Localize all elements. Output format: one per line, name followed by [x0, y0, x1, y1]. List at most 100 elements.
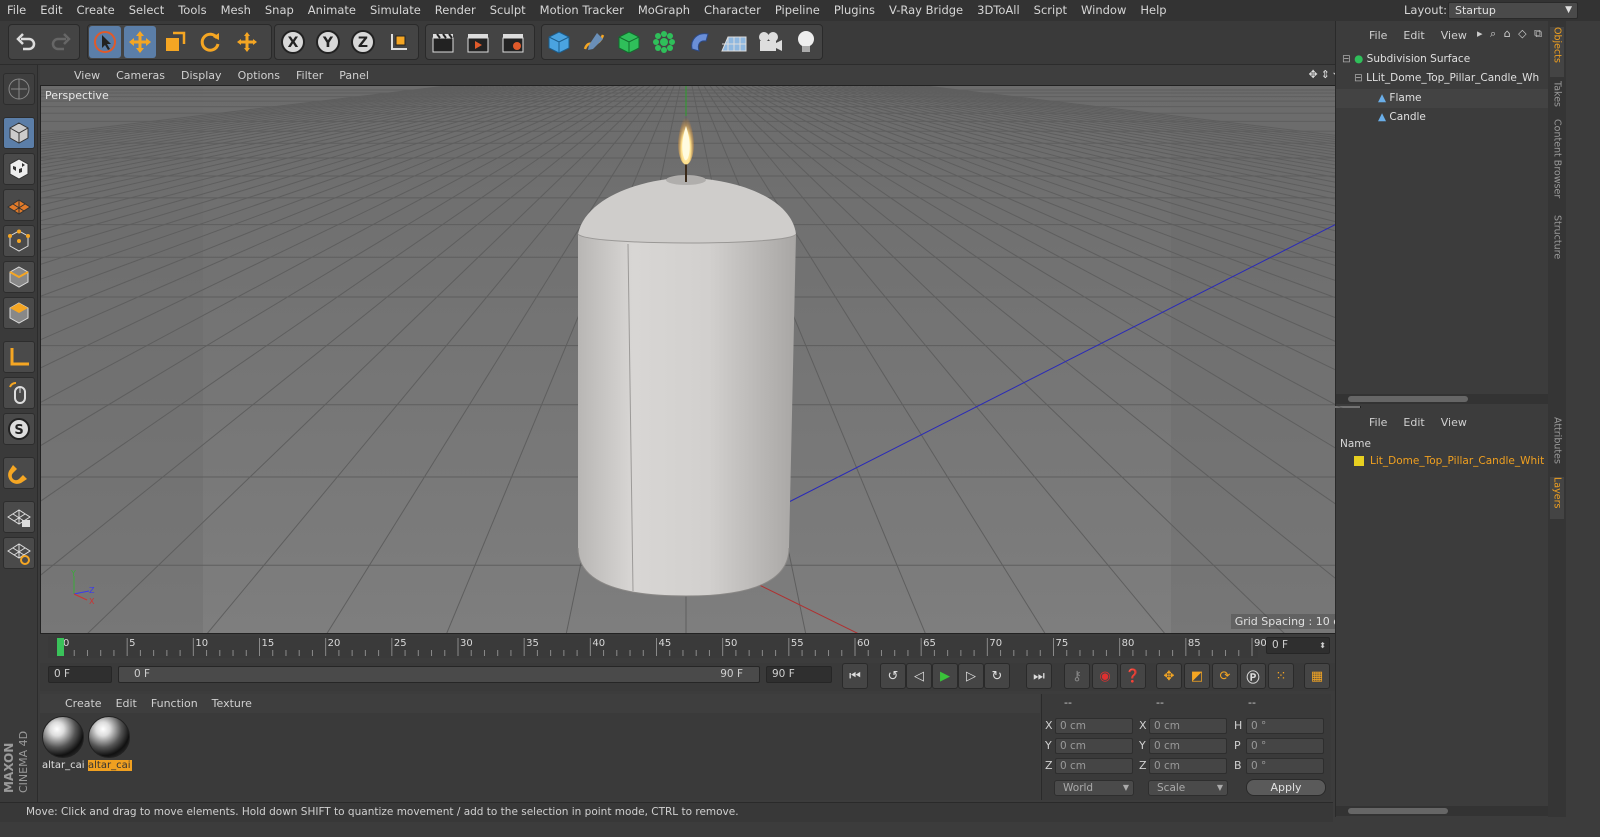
layer-row[interactable]: Lit_Dome_Top_Pillar_Candle_Whit	[1336, 452, 1548, 471]
keyframe-selection-button[interactable]: ❓	[1120, 663, 1146, 689]
objects-menu-edit[interactable]: Edit	[1395, 29, 1432, 42]
material-menu-texture[interactable]: Texture	[205, 697, 259, 710]
viewport-menu-display[interactable]: Display	[173, 69, 230, 82]
tab-content-browser[interactable]: Content Browser	[1550, 119, 1564, 209]
go-to-start-button[interactable]: ⏮	[842, 663, 868, 689]
menu-animate[interactable]: Animate	[301, 0, 363, 21]
layout-dropdown[interactable]: Startup ▼	[1448, 2, 1578, 19]
axis-mode-button[interactable]	[3, 341, 35, 373]
snap-button[interactable]	[3, 457, 35, 489]
camera-button[interactable]	[754, 26, 786, 58]
scale-button[interactable]	[159, 26, 191, 58]
light-button[interactable]	[790, 26, 822, 58]
material-item-selected[interactable]: altar_cai	[88, 716, 132, 774]
material-menu-edit[interactable]: Edit	[109, 697, 144, 710]
render-view-button[interactable]	[427, 26, 459, 58]
locked-workplane-button[interactable]	[3, 501, 35, 533]
layers-menu-edit[interactable]: Edit	[1395, 416, 1432, 429]
menu-pipeline[interactable]: Pipeline	[768, 0, 827, 21]
key-rotation-button[interactable]: ⟳	[1212, 663, 1238, 689]
size-x-field[interactable]: 0 cm	[1149, 718, 1227, 734]
undo-button[interactable]	[10, 26, 42, 58]
texture-mode-button[interactable]	[3, 153, 35, 185]
recent-tool-button[interactable]	[231, 26, 263, 58]
coordinate-system-button[interactable]	[383, 26, 415, 58]
viewport-menu-panel[interactable]: Panel	[331, 69, 377, 82]
z-axis-button[interactable]: Z	[347, 26, 379, 58]
redo-button[interactable]	[45, 26, 77, 58]
menu-motion-tracker[interactable]: Motion Tracker	[533, 0, 631, 21]
edges-mode-button[interactable]	[3, 261, 35, 293]
previous-key-button[interactable]: ↺	[880, 663, 906, 689]
menu-3dtoall[interactable]: 3DToAll	[970, 0, 1027, 21]
deformer-button[interactable]	[683, 26, 715, 58]
menu-file[interactable]: File	[0, 0, 33, 21]
make-editable-button[interactable]	[3, 73, 35, 105]
key-position-button[interactable]: ✥	[1156, 663, 1182, 689]
objects-menu-file[interactable]: File	[1361, 29, 1395, 42]
rot-b-field[interactable]: 0 °	[1246, 758, 1324, 774]
menu-simulate[interactable]: Simulate	[363, 0, 428, 21]
viewport-menu-view[interactable]: View	[66, 69, 108, 82]
y-axis-button[interactable]: Y	[312, 26, 344, 58]
layers-menu-file[interactable]: File	[1361, 416, 1395, 429]
frame-range-slider[interactable]: 0 F 90 F	[118, 666, 760, 683]
material-menu-function[interactable]: Function	[144, 697, 205, 710]
timeline-ruler[interactable]: 0 5 10 15 20 25 30 35 40 45 50 55 60 65 70 75 80 85 90 0 F…	[40, 636, 1362, 660]
tab-takes[interactable]: Takes	[1550, 81, 1564, 115]
x-axis-button[interactable]: X	[277, 26, 309, 58]
tab-layers[interactable]: Layers	[1550, 477, 1564, 519]
menu-edit[interactable]: Edit	[33, 0, 69, 21]
render-picture-viewer-button[interactable]	[462, 26, 494, 58]
object-row-candle-null[interactable]: ⊟ LLit_Dome_Top_Pillar_Candle_Wh	[1336, 69, 1548, 88]
autokey-button[interactable]: ◉	[1092, 663, 1118, 689]
object-row-subdivision-surface[interactable]: ⊟ ● Subdivision Surface	[1336, 50, 1548, 69]
polygons-mode-button[interactable]	[3, 297, 35, 329]
floor-button[interactable]	[718, 26, 750, 58]
tab-structure[interactable]: Structure	[1550, 215, 1564, 269]
material-item[interactable]: altar_cai	[42, 716, 86, 774]
menu-plugins[interactable]: Plugins	[827, 0, 882, 21]
play-button[interactable]: ▶	[932, 663, 958, 689]
render-settings-button[interactable]	[497, 26, 529, 58]
menu-render[interactable]: Render	[428, 0, 483, 21]
menu-snap[interactable]: Snap	[258, 0, 301, 21]
playhead[interactable]	[57, 638, 64, 656]
points-mode-button[interactable]	[3, 225, 35, 257]
start-frame-field[interactable]: 0 F	[48, 666, 112, 683]
solo-button[interactable]: S	[3, 413, 35, 445]
menu-mograph[interactable]: MoGraph	[631, 0, 697, 21]
workplane-mode-button[interactable]	[3, 189, 35, 221]
layers-menu-view[interactable]: View	[1433, 416, 1475, 429]
pos-z-field[interactable]: 0 cm	[1055, 758, 1133, 774]
viewport-menu-cameras[interactable]: Cameras	[108, 69, 173, 82]
end-frame-field[interactable]: 90 F	[766, 666, 832, 683]
rot-h-field[interactable]: 0 °	[1246, 718, 1324, 734]
viewport-menu-filter[interactable]: Filter	[288, 69, 331, 82]
menu-script[interactable]: Script	[1027, 0, 1074, 21]
rotate-button[interactable]	[194, 26, 226, 58]
planar-workplane-button[interactable]	[3, 537, 35, 569]
tweak-mode-button[interactable]	[3, 377, 35, 409]
menu-create[interactable]: Create	[70, 0, 122, 21]
pos-x-field[interactable]: 0 cm	[1055, 718, 1133, 734]
next-key-button[interactable]: ↻	[984, 663, 1010, 689]
viewport-menu-options[interactable]: Options	[230, 69, 288, 82]
timeline-window-button[interactable]: ▦	[1304, 663, 1330, 689]
size-y-field[interactable]: 0 cm	[1149, 738, 1227, 754]
current-frame-field[interactable]: 0 F ⬍	[1266, 637, 1330, 654]
subdivision-surface-button[interactable]	[613, 26, 645, 58]
size-z-field[interactable]: 0 cm	[1149, 758, 1227, 774]
menu-select[interactable]: Select	[122, 0, 171, 21]
tab-attributes[interactable]: Attributes	[1550, 417, 1564, 473]
menu-mesh[interactable]: Mesh	[214, 0, 258, 21]
apply-button[interactable]: Apply	[1246, 779, 1326, 796]
menu-character[interactable]: Character	[697, 0, 768, 21]
cloner-button[interactable]	[648, 26, 680, 58]
key-parameter-button[interactable]: Ⓟ	[1240, 663, 1266, 689]
menu-window[interactable]: Window	[1074, 0, 1133, 21]
menu-vray-bridge[interactable]: V-Ray Bridge	[882, 0, 970, 21]
menu-sculpt[interactable]: Sculpt	[483, 0, 533, 21]
object-manager-tool-icons[interactable]: ▸ ⌕ ⌂ ◇ ⧉	[1477, 27, 1544, 41]
layer-manager-scrollbar[interactable]	[1336, 806, 1548, 816]
